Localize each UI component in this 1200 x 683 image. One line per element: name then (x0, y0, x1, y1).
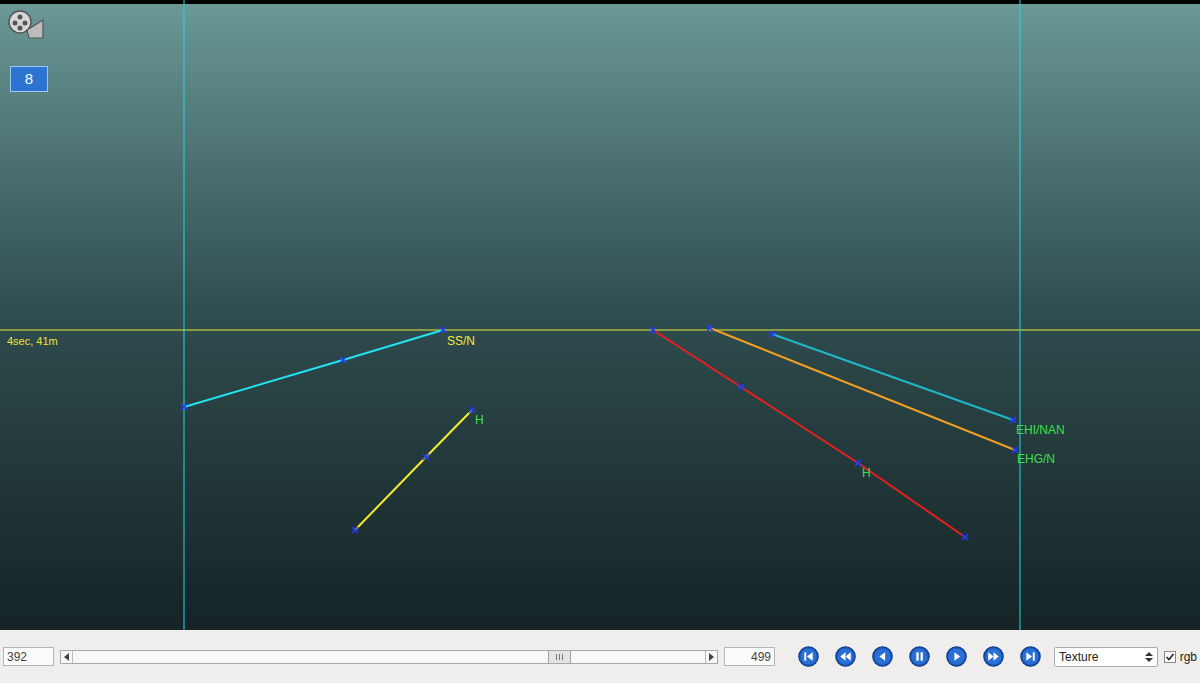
play-button[interactable] (945, 645, 968, 668)
rewind-button[interactable] (834, 645, 857, 668)
slider-left-arrow[interactable] (61, 651, 73, 663)
checkmark-icon (1165, 652, 1175, 662)
timeline-slider[interactable] (60, 650, 717, 664)
reel-badge[interactable]: 8 (10, 66, 48, 92)
current-frame-field[interactable]: 392 (3, 647, 54, 666)
point-marker-icon (707, 325, 713, 331)
overlay-time-label: 4sec, 41m (7, 335, 58, 348)
point-marker-icon (423, 454, 429, 460)
last-button[interactable] (1019, 645, 1042, 668)
video-viewport: SS/N H H EHG/N EHI/NAN 4sec, 41m 8 (0, 0, 1200, 630)
rewind-icon (835, 646, 856, 667)
point-marker-icon (352, 527, 358, 533)
rgb-checkbox[interactable]: rgb (1164, 649, 1197, 665)
pause-button[interactable] (908, 645, 931, 668)
right-guide-line (1020, 0, 1021, 630)
slider-track[interactable] (73, 651, 704, 663)
lane-label: H (862, 466, 871, 480)
lane-label: EHI/NAN (1016, 423, 1065, 437)
back-icon (872, 646, 893, 667)
first-button[interactable] (797, 645, 820, 668)
point-marker-icon (769, 331, 775, 337)
forward-button[interactable] (982, 645, 1005, 668)
forward-icon (983, 646, 1004, 667)
lane-line[interactable] (769, 331, 1016, 423)
annotation-overlay (0, 0, 1200, 630)
point-marker-icon (469, 407, 475, 413)
left-arrow-icon (64, 653, 70, 661)
point-marker-icon (855, 460, 861, 466)
pause-icon (909, 646, 930, 667)
playback-controls (797, 645, 1042, 668)
point-marker-icon (962, 534, 968, 540)
point-marker-icon (650, 327, 656, 333)
last-frame-field[interactable]: 499 (724, 647, 775, 666)
slider-right-arrow[interactable] (705, 651, 717, 663)
film-reel-icon[interactable] (7, 8, 45, 42)
playback-toolbar: 392 499 Texture rgb (0, 630, 1200, 683)
lane-label: EHG/N (1017, 452, 1055, 466)
point-marker-icon (738, 384, 744, 390)
point-marker-icon (340, 357, 346, 363)
dropdown-arrows-icon (1145, 651, 1153, 663)
lane-label: SS/N (447, 334, 475, 348)
point-marker-icon (181, 404, 187, 410)
lane-label: H (475, 413, 484, 427)
lane-line[interactable] (352, 407, 475, 533)
slider-handle[interactable] (548, 651, 571, 663)
back-button[interactable] (871, 645, 894, 668)
point-marker-icon (440, 327, 446, 333)
video-annotation-app: SS/N H H EHG/N EHI/NAN 4sec, 41m 8 392 499 Textur… (0, 0, 1200, 683)
lane-line[interactable] (650, 327, 968, 540)
play-icon (946, 646, 967, 667)
first-icon (798, 646, 819, 667)
right-arrow-icon (708, 653, 714, 661)
lane-line[interactable] (181, 327, 446, 410)
lane-line[interactable] (707, 325, 1018, 453)
last-icon (1020, 646, 1041, 667)
point-marker-icon (1010, 417, 1016, 423)
mode-dropdown[interactable]: Texture (1054, 647, 1158, 667)
left-guide-line (184, 0, 185, 630)
